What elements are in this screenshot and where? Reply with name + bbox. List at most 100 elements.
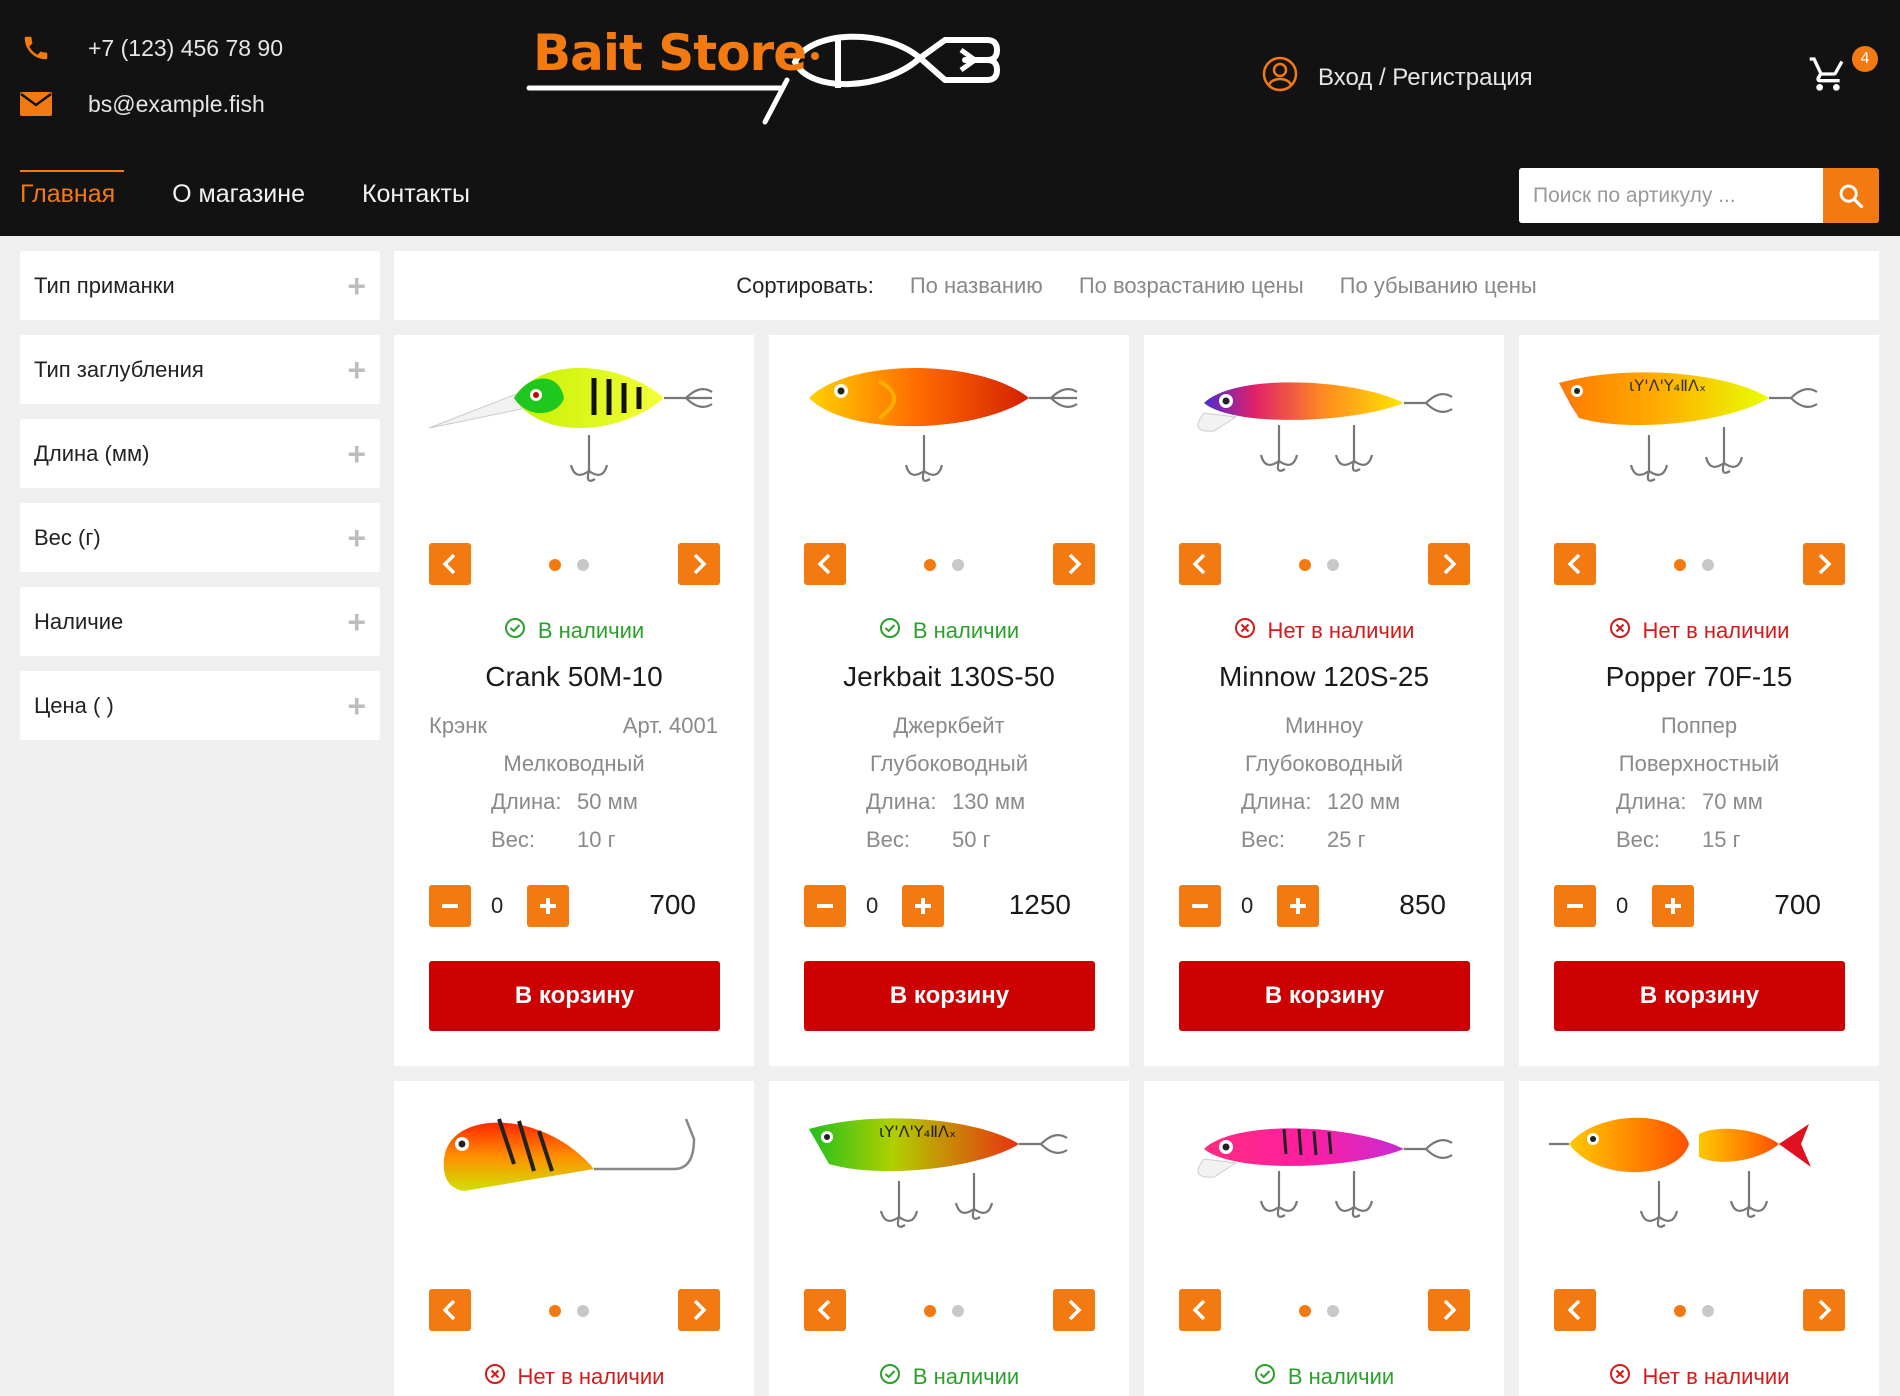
decrease-qty-button[interactable] (804, 885, 846, 927)
lure-image-minnow-pink[interactable] (1174, 1099, 1474, 1259)
next-image-button[interactable] (1803, 1289, 1845, 1331)
search-icon (1839, 184, 1864, 208)
increase-qty-button[interactable] (1277, 885, 1319, 927)
x-circle-icon (1609, 1363, 1631, 1391)
product-title[interactable]: Popper 70F-15 (1519, 661, 1879, 693)
weight-label: Вес: (866, 827, 911, 852)
slider-dot[interactable] (924, 559, 936, 571)
prev-image-button[interactable] (1179, 1289, 1221, 1331)
increase-qty-button[interactable] (527, 885, 569, 927)
phone-contact[interactable]: +7 (123) 456 78 90 (20, 32, 283, 64)
stock-status: В наличии (769, 617, 1129, 645)
lure-image-swimbait[interactable] (1549, 1099, 1849, 1259)
product-card: В наличии (1144, 1081, 1504, 1396)
search-input[interactable] (1519, 168, 1823, 223)
increase-qty-button[interactable] (902, 885, 944, 927)
cart-button[interactable] (1808, 54, 1848, 94)
increase-qty-button[interactable] (1652, 885, 1694, 927)
add-to-cart-button[interactable]: В корзину (1179, 961, 1470, 1031)
product-title[interactable]: Jerkbait 130S-50 (769, 661, 1129, 693)
chevron-left-icon (817, 553, 831, 575)
prev-image-button[interactable] (1179, 543, 1221, 585)
slider-dot[interactable] (952, 1305, 964, 1317)
filter-lure-type[interactable]: Тип приманки + (20, 251, 380, 320)
quantity-stepper: 0 1250 (804, 885, 1095, 927)
nav-about[interactable]: О магазине (172, 170, 305, 209)
lure-image-crank[interactable] (424, 353, 724, 513)
add-to-cart-button[interactable]: В корзину (804, 961, 1095, 1031)
slider-dot[interactable] (1299, 559, 1311, 571)
product-title[interactable]: Crank 50M-10 (394, 661, 754, 693)
next-image-button[interactable] (1803, 543, 1845, 585)
add-to-cart-button[interactable]: В корзину (1554, 961, 1845, 1031)
next-image-button[interactable] (678, 543, 720, 585)
lure-image-minnow[interactable] (1174, 353, 1474, 513)
prev-image-button[interactable] (429, 543, 471, 585)
lure-image-popper-green[interactable]: ɩY'Λ'Y₄ⅡΛₓ (799, 1099, 1099, 1259)
lure-image-popper[interactable]: ɩY'Λ'Y₄ⅡΛₓ (1549, 353, 1849, 513)
product-price: 1250 (1008, 889, 1071, 920)
slider-dot[interactable] (577, 559, 589, 571)
product-depth: Поверхностный (1618, 751, 1780, 776)
product-title[interactable]: Minnow 120S-25 (1144, 661, 1504, 693)
decrease-qty-button[interactable] (1179, 885, 1221, 927)
decrease-qty-button[interactable] (429, 885, 471, 927)
filter-label: Тип заглубления (34, 356, 204, 382)
next-image-button[interactable] (1053, 543, 1095, 585)
sort-by-price-asc[interactable]: По возрастанию цены (1079, 273, 1304, 299)
next-image-button[interactable] (1428, 1289, 1470, 1331)
login-link[interactable]: Вход / Регистрация (1262, 56, 1533, 99)
filter-availability[interactable]: Наличие + (20, 587, 380, 656)
stock-status: Нет в наличии (1144, 617, 1504, 645)
nav-home[interactable]: Главная (20, 170, 125, 209)
prev-image-button[interactable] (804, 1289, 846, 1331)
slider-dot[interactable] (1327, 559, 1339, 571)
slider-dot[interactable] (1702, 1305, 1714, 1317)
filter-length[interactable]: Длина (мм) + (20, 419, 380, 488)
filter-depth-type[interactable]: Тип заглубления + (20, 335, 380, 404)
slider-dot[interactable] (952, 559, 964, 571)
search-button[interactable] (1823, 168, 1879, 223)
slider-dot[interactable] (1327, 1305, 1339, 1317)
nav-contacts[interactable]: Контакты (362, 170, 470, 209)
slider-dot[interactable] (1674, 559, 1686, 571)
email-contact[interactable]: bs@example.fish (20, 88, 265, 120)
slider-dots (549, 559, 605, 571)
slider-dot[interactable] (1702, 559, 1714, 571)
prev-image-button[interactable] (804, 543, 846, 585)
slider-dot[interactable] (1674, 1305, 1686, 1317)
slider-dot[interactable] (1299, 1305, 1311, 1317)
slider-dot[interactable] (549, 559, 561, 571)
sort-by-name[interactable]: По названию (910, 273, 1043, 299)
sort-bar: Сортировать: По названию По возрастанию … (394, 251, 1879, 320)
filter-weight[interactable]: Вес (г) + (20, 503, 380, 572)
sort-by-price-desc[interactable]: По убыванию цены (1340, 273, 1537, 299)
add-to-cart-button[interactable]: В корзину (429, 961, 720, 1031)
qty-value: 0 (1241, 893, 1254, 918)
qty-value: 0 (491, 893, 504, 918)
filter-price[interactable]: Цена ( ) + (20, 671, 380, 740)
qty-value: 0 (866, 893, 879, 918)
next-image-button[interactable] (678, 1289, 720, 1331)
check-circle-icon (879, 1363, 901, 1391)
slider-dot[interactable] (549, 1305, 561, 1317)
image-slider (1179, 1289, 1470, 1331)
prev-image-button[interactable] (429, 1289, 471, 1331)
prev-image-button[interactable] (1554, 1289, 1596, 1331)
product-price: 700 (649, 889, 696, 920)
decrease-qty-button[interactable] (1554, 885, 1596, 927)
user-icon (1262, 56, 1298, 99)
next-image-button[interactable] (1053, 1289, 1095, 1331)
plus-icon: + (347, 687, 366, 724)
logo[interactable]: Bait Store (525, 18, 1005, 128)
lure-image-jig[interactable] (424, 1099, 724, 1259)
slider-dot[interactable] (577, 1305, 589, 1317)
lure-image-jerkbait[interactable] (799, 353, 1099, 513)
product-type: Поппер (1660, 713, 1738, 738)
slider-dot[interactable] (924, 1305, 936, 1317)
filter-label: Тип приманки (34, 272, 175, 298)
prev-image-button[interactable] (1554, 543, 1596, 585)
product-weight: Вес: 10 г (394, 827, 754, 853)
plus-icon (1665, 898, 1681, 914)
next-image-button[interactable] (1428, 543, 1470, 585)
